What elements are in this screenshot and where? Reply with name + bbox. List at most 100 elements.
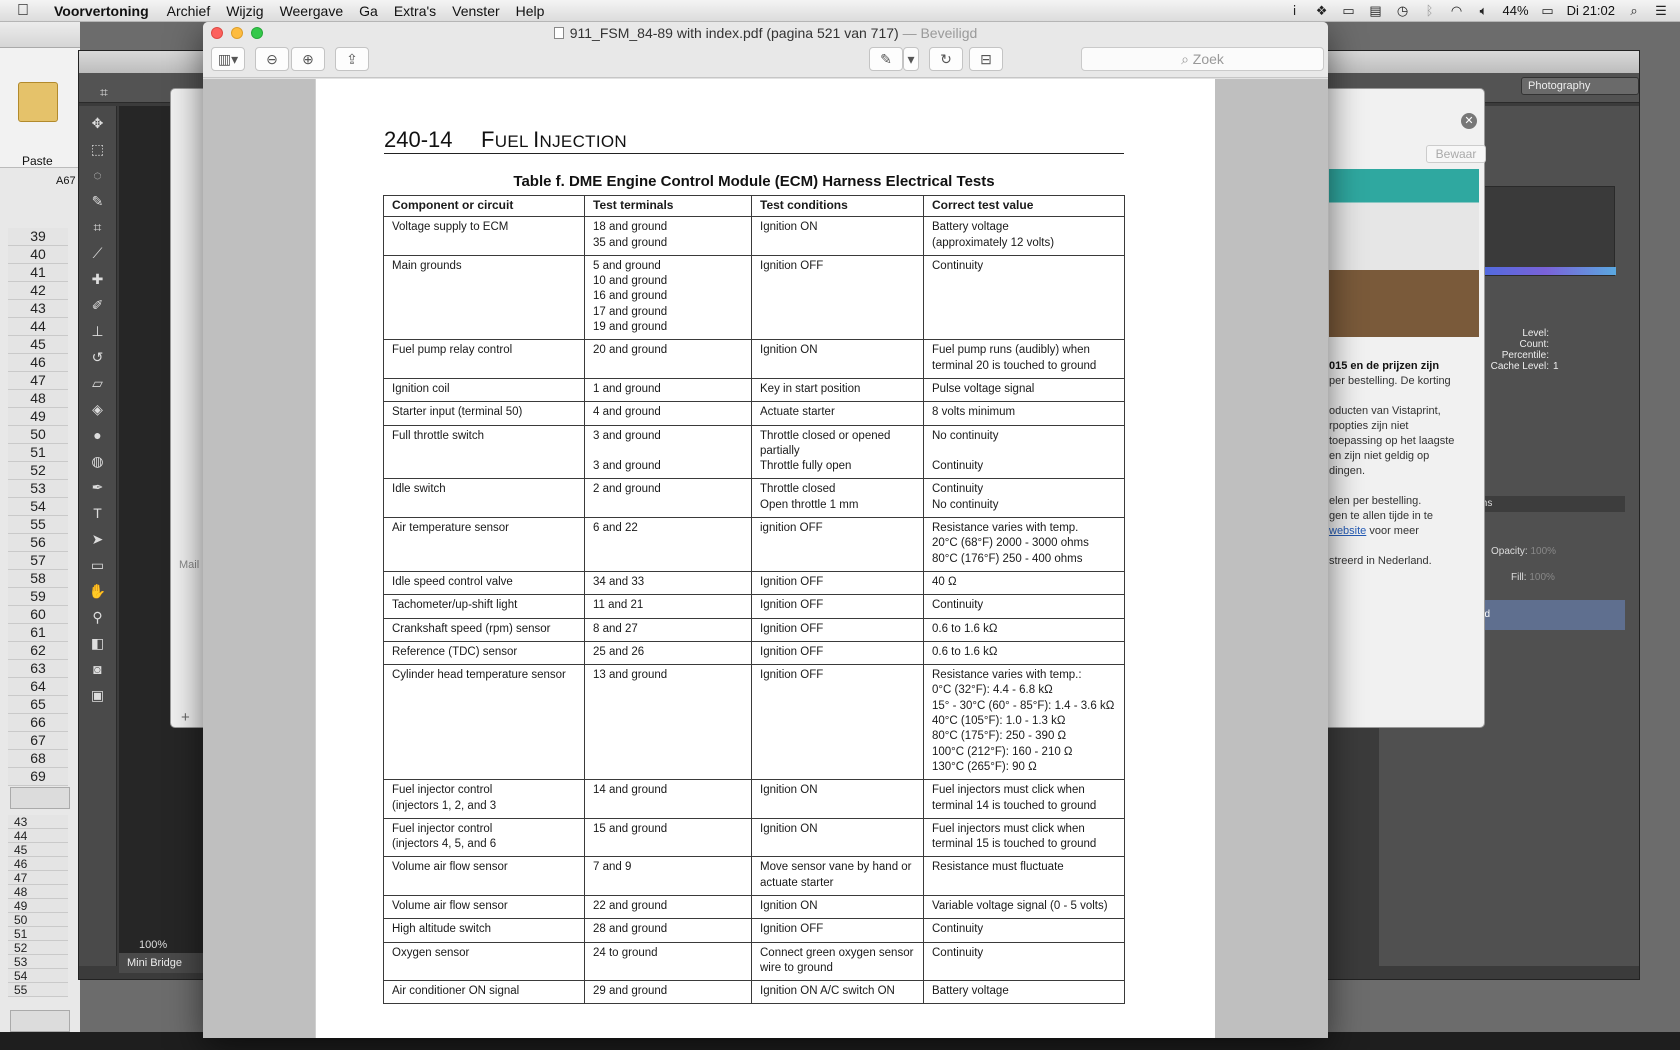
toolbox-button[interactable]: ⊟ [969,47,1003,71]
view-buttons-lower[interactable] [10,1010,70,1032]
share-button[interactable]: ⇪ [335,47,369,71]
workspace-selector[interactable]: Photography [1521,77,1639,95]
view-buttons[interactable] [10,787,70,809]
row-header[interactable]: 64 [8,678,68,696]
dropbox-icon[interactable]: ❖ [1314,3,1330,19]
marquee-tool-icon[interactable]: ⬚ [87,140,109,158]
save-button[interactable]: Bewaar [1426,145,1486,163]
row-header[interactable]: 47 [8,871,68,885]
paste-icon[interactable] [18,82,58,122]
markup-menu-button[interactable]: ▾ [903,47,919,71]
battery-monitor-icon[interactable]: ▤ [1368,3,1384,19]
spotlight-search-icon[interactable]: ⌕ [1626,3,1642,19]
website-link[interactable]: website [1329,525,1366,537]
row-header[interactable]: 54 [8,969,68,983]
add-icon[interactable]: + [181,709,190,726]
battery-percent[interactable]: 44% [1503,3,1529,18]
row-header[interactable]: 44 [8,829,68,843]
menu-weergave[interactable]: Weergave [272,3,352,19]
row-header[interactable]: 56 [8,534,68,552]
move-tool-icon[interactable]: ✥ [87,114,109,132]
zoom-in-button[interactable]: ⊕ [291,47,325,71]
row-header[interactable]: 40 [8,246,68,264]
row-header[interactable]: 43 [8,815,68,829]
battery-icon[interactable]: ▭ [1540,3,1556,19]
hand-tool-icon[interactable]: ✋ [87,582,109,600]
color-swatches-icon[interactable]: ◧ [87,634,109,652]
row-header[interactable]: 55 [8,983,68,997]
row-header[interactable]: 59 [8,588,68,606]
screen-mode-icon[interactable]: ▣ [87,686,109,704]
row-header[interactable]: 54 [8,498,68,516]
stamp-icon[interactable]: ⊥ [87,322,109,340]
selected-layer[interactable]: nd [1475,600,1625,630]
quick-mask-icon[interactable]: ◙ [87,660,109,678]
quick-select-icon[interactable]: ✎ [87,192,109,210]
pen-icon[interactable]: ✒ [87,478,109,496]
lasso-tool-icon[interactable]: ◌ [87,166,109,184]
type-tool-icon[interactable]: T [87,504,109,522]
fill-control[interactable]: Fill: 100% [1511,572,1555,583]
row-header[interactable]: 44 [8,318,68,336]
row-header[interactable]: 52 [8,462,68,480]
row-header[interactable]: 61 [8,624,68,642]
row-header[interactable]: 45 [8,843,68,857]
row-header[interactable]: 49 [8,899,68,913]
row-header[interactable]: 68 [8,750,68,768]
row-header[interactable]: 50 [8,426,68,444]
info-icon[interactable]: ⅰ [1287,3,1303,19]
airplay-icon[interactable]: ▭ [1341,3,1357,19]
blur-icon[interactable]: ● [87,426,109,444]
opacity-control[interactable]: Opacity: 100% [1491,546,1556,557]
path-select-icon[interactable]: ➤ [87,530,109,548]
crop-icon[interactable]: ⌗ [87,218,109,236]
row-header[interactable]: 55 [8,516,68,534]
menu-wijzig[interactable]: Wijzig [218,3,271,19]
row-header[interactable]: 62 [8,642,68,660]
fill-value[interactable]: 100% [1529,572,1555,583]
crop-tool-icon[interactable]: ⌗ [93,83,115,101]
cell-reference[interactable]: A67 [56,175,76,187]
row-header[interactable]: 66 [8,714,68,732]
eraser-icon[interactable]: ▱ [87,374,109,392]
row-header[interactable]: 65 [8,696,68,714]
document-viewport[interactable]: 240-14 FUEL INJECTION Table f. DME Engin… [203,79,1328,1038]
opacity-value[interactable]: 100% [1530,546,1556,557]
menu-help[interactable]: Help [508,3,553,19]
dodge-icon[interactable]: ◍ [87,452,109,470]
healing-brush-icon[interactable]: ✚ [87,270,109,288]
row-header[interactable]: 63 [8,660,68,678]
menu-extras[interactable]: Extra's [386,3,444,19]
row-header[interactable]: 60 [8,606,68,624]
clock[interactable]: Di 21:02 [1567,3,1615,18]
menu-app-name[interactable]: Voorvertoning [46,3,159,19]
row-header[interactable]: 58 [8,570,68,588]
row-header[interactable]: 57 [8,552,68,570]
row-header[interactable]: 46 [8,857,68,871]
row-header[interactable]: 48 [8,885,68,899]
row-header[interactable]: 49 [8,408,68,426]
eyedropper-icon[interactable]: ⟋ [87,244,109,262]
row-header[interactable]: 48 [8,390,68,408]
time-machine-icon[interactable]: ◷ [1395,3,1411,19]
row-header[interactable]: 67 [8,732,68,750]
close-icon[interactable]: ✕ [1461,113,1477,129]
wifi-icon[interactable]: ◠ [1449,3,1465,19]
brush-icon[interactable]: ✐ [87,296,109,314]
paths-tab[interactable]: ths [1475,496,1625,512]
sidebar-toggle-button[interactable]: ▥▾ [211,47,245,71]
row-header[interactable]: 69 [8,768,68,786]
row-header[interactable]: 51 [8,444,68,462]
row-header[interactable]: 46 [8,354,68,372]
rectangle-tool-icon[interactable]: ▭ [87,556,109,574]
row-header[interactable]: 41 [8,264,68,282]
notification-center-icon[interactable]: ☰ [1653,3,1669,19]
row-header[interactable]: 42 [8,282,68,300]
row-header[interactable]: 47 [8,372,68,390]
bluetooth-icon[interactable]: ᛒ [1422,3,1438,18]
row-header[interactable]: 50 [8,913,68,927]
row-header[interactable]: 53 [8,955,68,969]
row-header[interactable]: 53 [8,480,68,498]
volume-icon[interactable]: 🔈︎ [1476,3,1492,19]
history-brush-icon[interactable]: ↺ [87,348,109,366]
